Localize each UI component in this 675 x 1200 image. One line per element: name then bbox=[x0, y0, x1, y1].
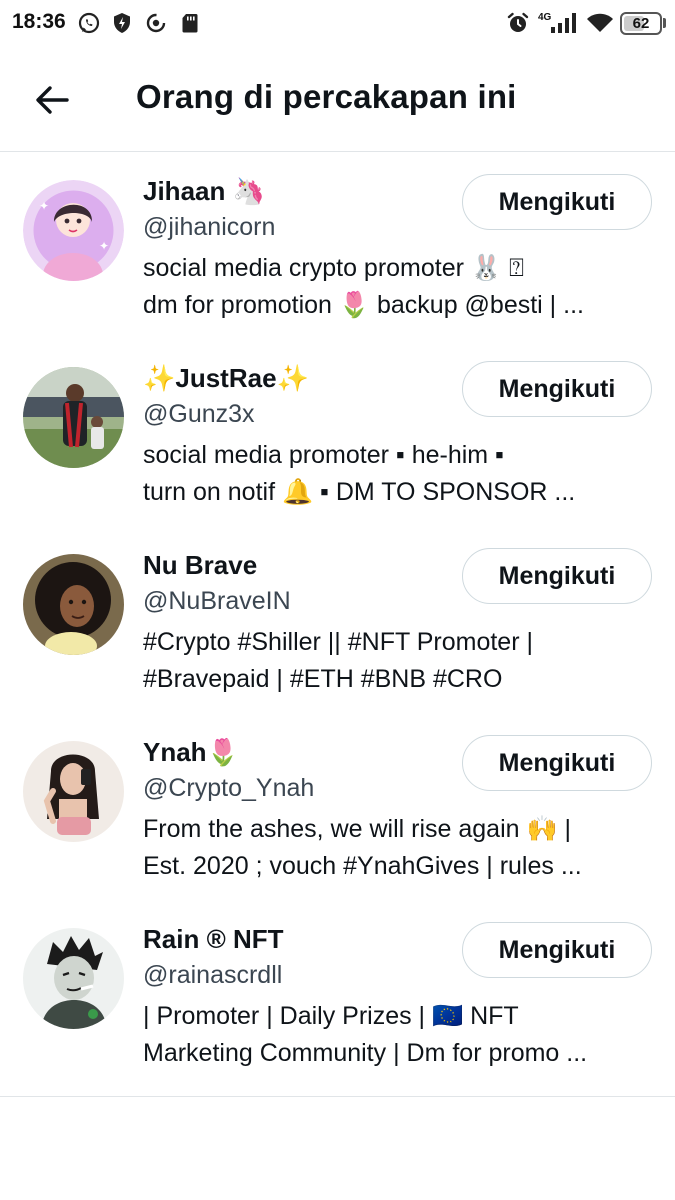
display-name[interactable]: Rain ® NFT bbox=[143, 924, 284, 955]
avatar-image bbox=[23, 554, 124, 655]
display-name[interactable]: Nu Brave bbox=[143, 550, 257, 581]
display-name[interactable]: ✨JustRae✨ bbox=[143, 363, 309, 394]
user-handle: @rainascrdll bbox=[143, 961, 283, 989]
header: Orang di percakapan ini bbox=[0, 48, 675, 152]
user-bio: | Promoter | Daily Prizes | 🇪🇺 NFT Marke… bbox=[143, 998, 655, 1072]
page-title: Orang di percakapan ini bbox=[136, 78, 517, 115]
avatar[interactable] bbox=[23, 928, 124, 1029]
avatar-image bbox=[23, 367, 124, 468]
following-button[interactable]: Mengikuti bbox=[462, 735, 652, 791]
alarm-icon bbox=[507, 12, 529, 32]
battery-tip bbox=[663, 18, 666, 28]
bio-line: #Bravepaid | #ETH #BNB #CRO bbox=[143, 665, 503, 693]
svg-text:✦: ✦ bbox=[39, 199, 49, 213]
display-name[interactable]: Jihaan 🦄 bbox=[143, 176, 265, 207]
status-bar: 18:36 4G 62 bbox=[0, 0, 675, 48]
user-handle: @jihanicorn bbox=[143, 213, 276, 241]
avatar[interactable] bbox=[23, 741, 124, 842]
people-list: ✦ ✦ Jihaan 🦄 @jihanicorn social media cr… bbox=[0, 152, 675, 1087]
bio-line: Marketing Community | Dm for promo ... bbox=[143, 1039, 588, 1067]
following-button[interactable]: Mengikuti bbox=[462, 361, 652, 417]
bio-line: dm for promotion 🌷 backup @besti | ... bbox=[143, 291, 584, 319]
following-button[interactable]: Mengikuti bbox=[462, 922, 652, 978]
battery-icon: 62 bbox=[620, 12, 662, 35]
sync-icon bbox=[146, 13, 166, 33]
svg-text:✦: ✦ bbox=[99, 239, 109, 253]
person-row[interactable]: Rain ® NFT @rainascrdll | Promoter | Dai… bbox=[0, 900, 675, 1087]
sd-card-icon bbox=[182, 14, 198, 33]
battery-percent: 62 bbox=[632, 15, 650, 32]
display-name[interactable]: Ynah🌷 bbox=[143, 737, 239, 768]
following-button[interactable]: Mengikuti bbox=[462, 548, 652, 604]
bio-line: social media promoter ▪ he-him ▪ bbox=[143, 441, 504, 469]
person-row[interactable]: Ynah🌷 @Crypto_Ynah From the ashes, we wi… bbox=[0, 713, 675, 900]
user-handle: @Gunz3x bbox=[143, 400, 255, 428]
shield-icon bbox=[114, 13, 130, 33]
person-row[interactable]: Nu Brave @NuBraveIN #Crypto #Shiller || … bbox=[0, 526, 675, 713]
avatar[interactable] bbox=[23, 554, 124, 655]
bio-line: From the ashes, we will rise again 🙌 | bbox=[143, 815, 572, 843]
avatar-image bbox=[23, 741, 124, 842]
avatar-image: ✦ ✦ bbox=[23, 180, 124, 281]
bio-line: | Promoter | Daily Prizes | 🇪🇺 NFT bbox=[143, 1002, 519, 1030]
user-bio: social media promoter ▪ he-him ▪ turn on… bbox=[143, 437, 655, 511]
user-handle: @NuBraveIN bbox=[143, 587, 291, 615]
following-button[interactable]: Mengikuti bbox=[462, 174, 652, 230]
person-row[interactable]: ✦ ✦ Jihaan 🦄 @jihanicorn social media cr… bbox=[0, 152, 675, 339]
bio-line: turn on notif 🔔 ▪ DM TO SPONSOR ... bbox=[143, 478, 576, 506]
avatar-image bbox=[23, 928, 124, 1029]
avatar[interactable] bbox=[23, 367, 124, 468]
whatsapp-icon bbox=[78, 12, 100, 34]
arrow-left-icon bbox=[36, 86, 69, 114]
wifi-icon bbox=[587, 13, 613, 32]
user-handle: @Crypto_Ynah bbox=[143, 774, 315, 802]
person-row[interactable]: ✨JustRae✨ @Gunz3x social media promoter … bbox=[0, 339, 675, 526]
list-divider bbox=[0, 1096, 675, 1097]
user-bio: From the ashes, we will rise again 🙌 | E… bbox=[143, 811, 655, 885]
bio-line: Est. 2020 ; vouch #YnahGives | rules ... bbox=[143, 852, 582, 880]
user-bio: social media crypto promoter 🐰 ⍰ dm for … bbox=[143, 250, 655, 324]
bio-line: #Crypto #Shiller || #NFT Promoter | bbox=[143, 628, 533, 656]
user-bio: #Crypto #Shiller || #NFT Promoter | #Bra… bbox=[143, 624, 655, 698]
status-time: 18:36 bbox=[12, 10, 66, 33]
avatar[interactable]: ✦ ✦ bbox=[23, 180, 124, 281]
signal-icon bbox=[551, 13, 576, 33]
back-button[interactable] bbox=[28, 76, 76, 124]
bio-line: social media crypto promoter 🐰 ⍰ bbox=[143, 254, 524, 282]
